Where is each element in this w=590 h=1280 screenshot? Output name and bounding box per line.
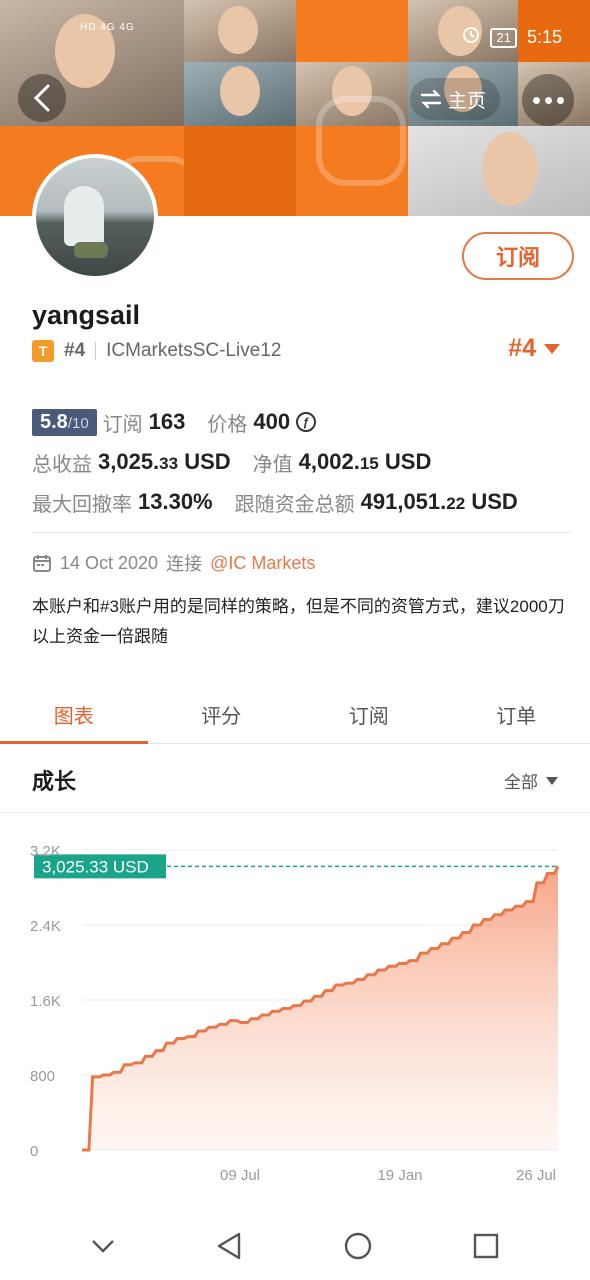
system-nav-bar bbox=[0, 1212, 590, 1280]
subscribe-button[interactable]: 订阅 bbox=[462, 232, 574, 280]
back-arrow-icon bbox=[33, 84, 50, 112]
y-tick-label: 1.6K bbox=[30, 993, 61, 1010]
total-profit-value: 3,025.33 USD bbox=[98, 449, 231, 474]
tab-subscriptions[interactable]: 订阅 bbox=[295, 686, 443, 743]
x-tick-label: 09 Jul bbox=[220, 1167, 260, 1184]
more-button[interactable] bbox=[522, 74, 574, 126]
broker-link[interactable]: @IC Markets bbox=[210, 553, 315, 574]
stats-panel: 5.8/10 订阅 163 价格 400 ƒ 总收益 3,025.33 USD … bbox=[32, 402, 572, 522]
connect-date: 14 Oct 2020 bbox=[60, 552, 159, 573]
range-selector[interactable]: 全部 bbox=[504, 768, 558, 793]
recent-apps-icon[interactable] bbox=[472, 1232, 500, 1260]
home-label: 主页 bbox=[448, 90, 487, 112]
chevron-down-icon bbox=[544, 343, 560, 354]
connect-label: 连接 bbox=[166, 554, 203, 574]
y-tick-label: 3.2K bbox=[30, 843, 61, 860]
chevron-down-icon[interactable] bbox=[90, 1238, 116, 1254]
divider bbox=[0, 812, 590, 813]
switch-icon bbox=[420, 89, 442, 109]
y-tick-label: 0 bbox=[30, 1143, 38, 1160]
price-value: 400 bbox=[253, 409, 291, 434]
tab-bar: 图表 评分 订阅 订单 bbox=[0, 686, 590, 744]
y-tick-label: 800 bbox=[30, 1068, 55, 1085]
total-profit-label: 总收益 bbox=[32, 453, 92, 476]
alarm-icon bbox=[462, 26, 480, 49]
tier-badge: T bbox=[32, 340, 54, 362]
current-value-label: 3,025.33 USD bbox=[42, 857, 149, 876]
banner-tile bbox=[296, 96, 408, 216]
coin-icon: ƒ bbox=[296, 412, 317, 432]
tab-chart[interactable]: 图表 bbox=[0, 686, 148, 744]
rank-number: #4 bbox=[64, 340, 86, 361]
back-icon[interactable] bbox=[215, 1231, 243, 1261]
connection-info: 14 Oct 2020 连接 @IC Markets bbox=[32, 550, 315, 576]
home-icon[interactable] bbox=[343, 1231, 373, 1261]
network-indicators: HD 4G 4G bbox=[80, 22, 135, 33]
rank-line: T #4 ICMarketsSC-Live12 bbox=[32, 340, 281, 362]
rank-dropdown-label: #4 bbox=[508, 334, 536, 362]
follow-funds-value: 491,051.22 USD bbox=[360, 489, 518, 514]
more-dots-icon bbox=[532, 96, 540, 104]
price-label: 价格 bbox=[207, 413, 248, 436]
tab-orders[interactable]: 订单 bbox=[443, 686, 590, 743]
banner-photo bbox=[408, 126, 590, 216]
max-drawdown-label: 最大回撤率 bbox=[32, 493, 132, 516]
max-drawdown-value: 13.30% bbox=[138, 489, 213, 514]
calendar-icon bbox=[33, 555, 51, 572]
x-tick-label: 19 Jan bbox=[377, 1167, 422, 1184]
range-label: 全部 bbox=[504, 773, 538, 792]
account-description: 本账户和#3账户用的是同样的策略，但是不同的资管方式，建议2000刀以上资金一倍… bbox=[32, 597, 565, 646]
divider bbox=[95, 342, 97, 360]
x-tick-label: 26 Jul bbox=[516, 1167, 556, 1184]
status-bar: HD 4G 4G 21 5:15 bbox=[0, 0, 590, 72]
tab-rating[interactable]: 评分 bbox=[148, 686, 296, 743]
growth-chart: 3,025.33 USD 3.2K 2.4K 1.6K 800 0 09 Jul 19 J… bbox=[30, 843, 560, 1184]
rank-dropdown[interactable]: #4 bbox=[508, 334, 560, 363]
chevron-down-icon bbox=[546, 776, 558, 785]
equity-value: 4,002.15 USD bbox=[298, 449, 432, 474]
username: yangsail bbox=[32, 300, 141, 330]
subscribers-value: 163 bbox=[148, 409, 186, 434]
subscribers-label: 订阅 bbox=[102, 413, 143, 436]
banner-tile bbox=[184, 126, 296, 216]
y-tick-label: 2.4K bbox=[30, 918, 61, 935]
score-badge: 5.8/10 bbox=[32, 408, 97, 436]
divider bbox=[32, 532, 572, 533]
server-name: ICMarketsSC-Live12 bbox=[106, 340, 282, 361]
growth-area bbox=[82, 866, 558, 1150]
section-title: 成长 bbox=[32, 769, 77, 794]
avatar bbox=[32, 154, 158, 280]
follow-funds-label: 跟随资金总额 bbox=[234, 493, 355, 516]
battery-icon: 21 bbox=[490, 27, 517, 48]
equity-label: 净值 bbox=[252, 453, 293, 476]
home-button[interactable]: 主页 bbox=[410, 78, 501, 120]
clock: 5:15 bbox=[526, 27, 562, 47]
back-button[interactable] bbox=[18, 74, 66, 122]
